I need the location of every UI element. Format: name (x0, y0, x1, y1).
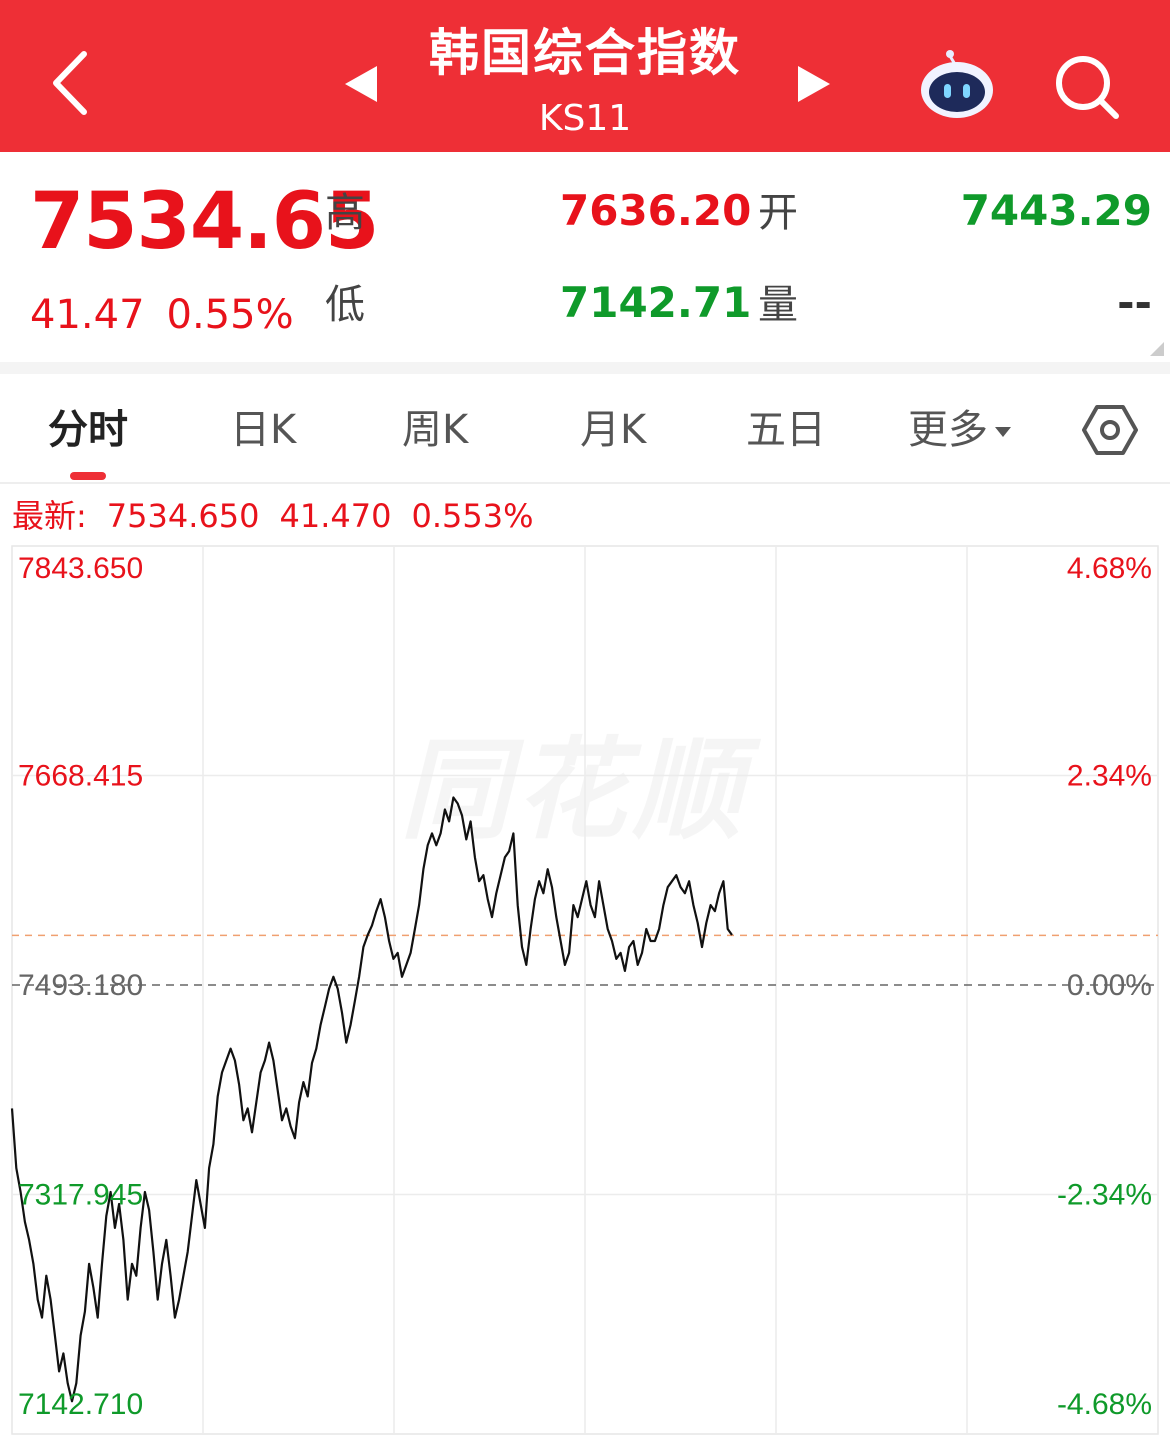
y-axis-label-right: 0.00% (1067, 969, 1152, 1002)
y-axis-label-right: -4.68% (1057, 1388, 1152, 1421)
price-line (10, 796, 733, 1403)
y-axis-label-left: 7668.415 (18, 760, 143, 793)
intraday-chart: 7843.650 4.68% 7668.415 2.34% 7493.180 0.00% 7… (10, 545, 1159, 1435)
y-axis-label-left: 7317.945 (18, 1179, 143, 1212)
y-axis-label-left: 7142.710 (18, 1388, 143, 1421)
y-axis-label-right: 2.34% (1067, 760, 1152, 793)
y-axis-label-left: 7843.650 (18, 552, 143, 585)
y-axis-label-right: 4.68% (1067, 552, 1152, 585)
y-axis-label-left: 7493.180 (18, 969, 143, 1002)
y-axis-label-right: -2.34% (1057, 1179, 1152, 1212)
